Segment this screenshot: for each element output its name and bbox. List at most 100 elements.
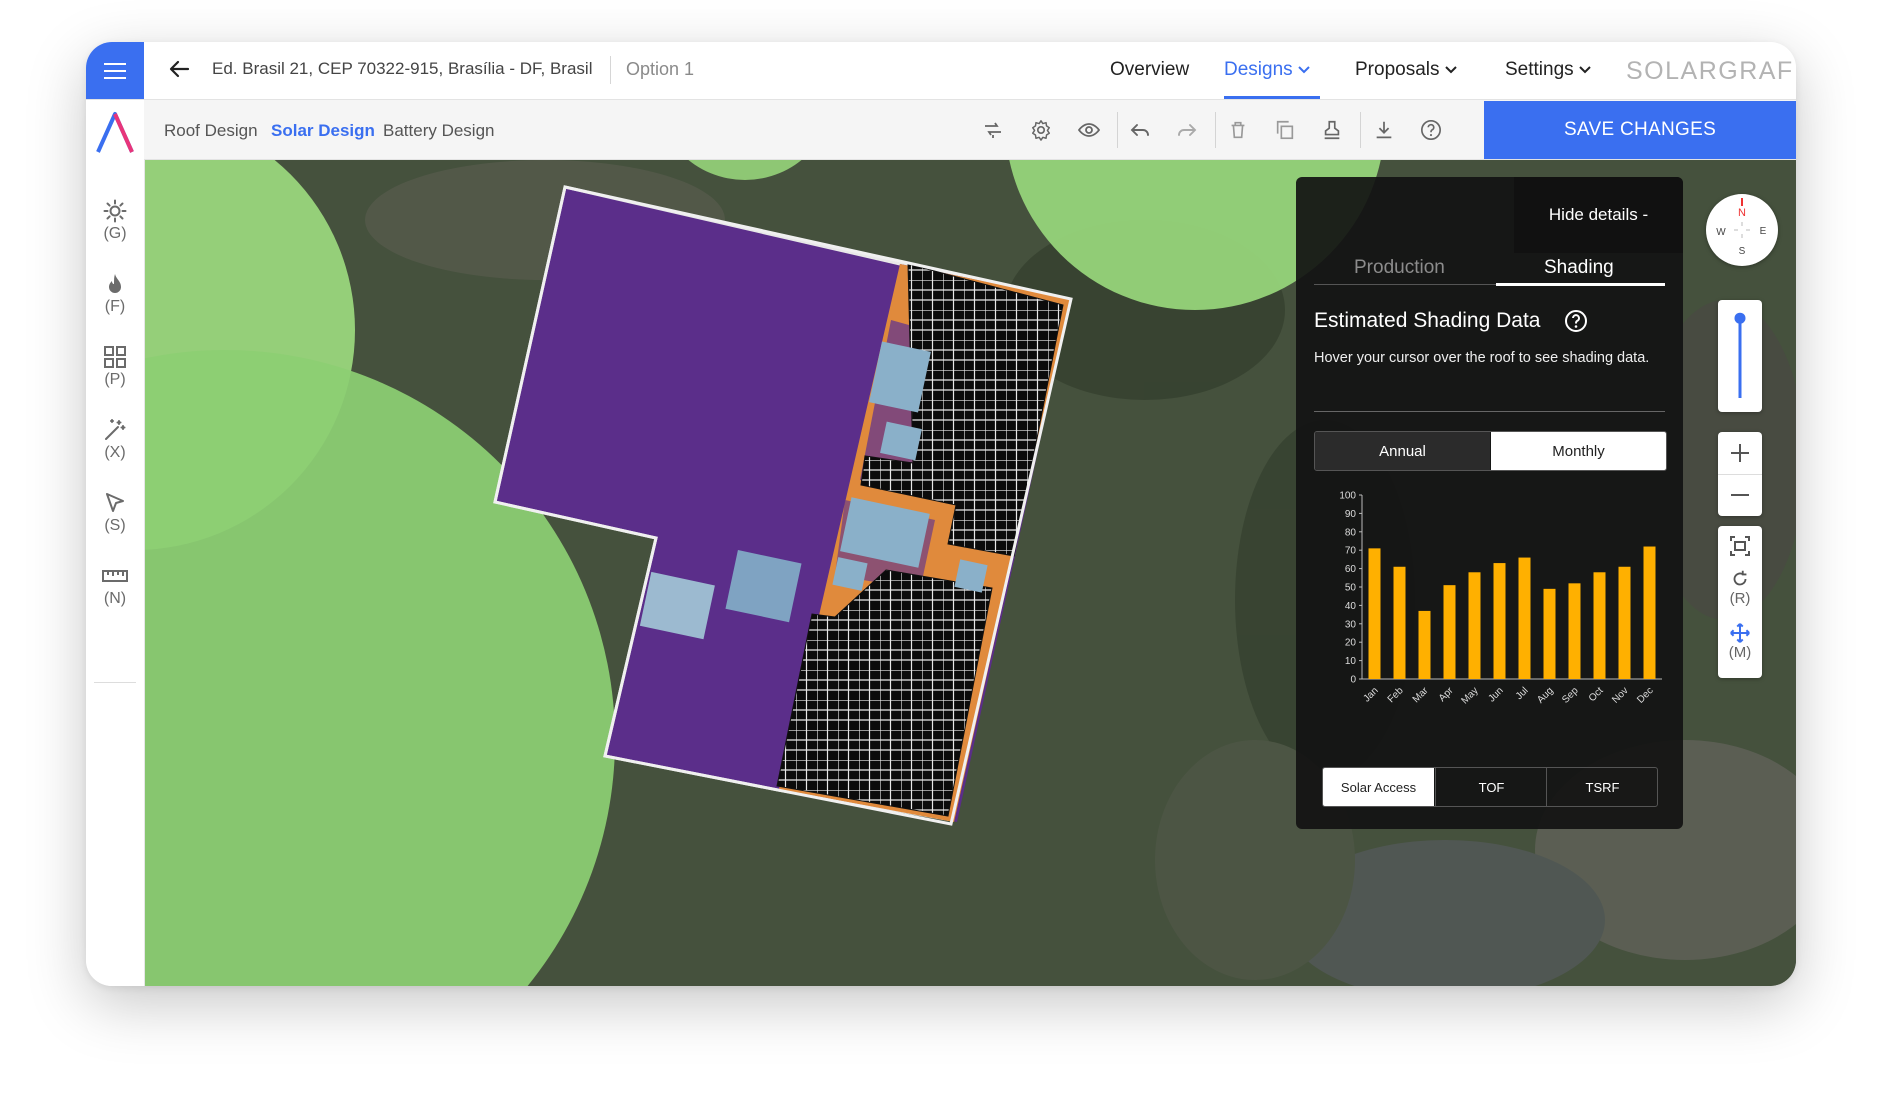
tsrf-toggle-button[interactable]: TSRF <box>1546 768 1657 806</box>
rotate-control[interactable]: (R) <box>1718 568 1762 608</box>
stamp-button[interactable] <box>1319 117 1345 143</box>
y-tick-label: 40 <box>1345 601 1357 612</box>
panel-divider <box>1314 411 1665 412</box>
nav-overview[interactable]: Overview <box>1110 59 1189 81</box>
nav-designs[interactable]: Designs <box>1224 59 1310 81</box>
y-tick-label: 70 <box>1345 546 1357 557</box>
copy-button[interactable] <box>1272 117 1298 143</box>
y-tick-label: 30 <box>1345 619 1357 630</box>
zoom-in-icon[interactable] <box>1718 432 1762 474</box>
x-tick-label: Dec <box>1635 685 1655 705</box>
y-tick-label: 50 <box>1345 583 1357 594</box>
toolbar-divider <box>1215 112 1216 148</box>
bar-mar <box>1418 610 1431 679</box>
move-control[interactable]: (M) <box>1718 622 1762 662</box>
redo-button[interactable] <box>1174 117 1200 143</box>
x-tick-label: Aug <box>1535 685 1555 705</box>
tab-roof-design[interactable]: Roof Design <box>164 121 258 141</box>
back-arrow-icon[interactable] <box>168 58 190 80</box>
bar-aug <box>1543 588 1556 679</box>
menu-icon <box>104 62 126 79</box>
toolbar-divider <box>1117 112 1118 148</box>
fire-icon <box>109 274 121 293</box>
save-changes-button[interactable]: SAVE CHANGES <box>1484 101 1796 159</box>
help-button[interactable] <box>1418 117 1444 143</box>
x-tick-label: Jun <box>1486 685 1505 704</box>
solar-access-toggle-button[interactable]: Solar Access <box>1323 768 1434 806</box>
x-tick-label: May <box>1459 685 1480 706</box>
nav-proposals[interactable]: Proposals <box>1355 59 1457 81</box>
x-tick-label: Oct <box>1587 685 1606 704</box>
app-window: Ed. Brasil 21, CEP 70322-915, Brasília -… <box>86 42 1796 986</box>
fit-view-icon[interactable] <box>1718 526 1762 566</box>
chevron-down-icon <box>1578 66 1591 74</box>
rail-tool-measure[interactable]: (N) <box>86 564 144 608</box>
visibility-tool-button[interactable] <box>1076 117 1102 143</box>
bar-dec <box>1643 546 1656 679</box>
nav-overview-label: Overview <box>1110 59 1190 80</box>
ruler-icon <box>102 570 128 582</box>
zoom-out-icon[interactable] <box>1718 474 1762 516</box>
compass-icon: N E S W <box>1716 198 1767 257</box>
y-tick-label: 20 <box>1345 638 1357 649</box>
bar-oct <box>1593 572 1606 679</box>
download-button[interactable] <box>1371 117 1397 143</box>
trash-icon <box>1231 121 1245 139</box>
design-option-label[interactable]: Option 1 <box>626 59 694 80</box>
rail-shortcut-label: (F) <box>104 298 126 315</box>
delete-button[interactable] <box>1225 117 1251 143</box>
settings-tool-button[interactable] <box>1028 117 1054 143</box>
brand-logo: SOLARGRAF <box>1626 57 1794 85</box>
zoom-slider-track <box>1734 312 1746 398</box>
hamburger-menu-button[interactable] <box>86 42 144 99</box>
magic-wand-icon <box>105 419 126 440</box>
move-icon <box>1730 623 1750 643</box>
nav-settings-label: Settings <box>1505 59 1574 80</box>
period-toggle: Annual Monthly <box>1314 431 1667 471</box>
y-tick-label: 10 <box>1345 656 1357 667</box>
zoom-slider[interactable] <box>1718 300 1762 412</box>
annual-toggle-button[interactable]: Annual <box>1315 432 1490 470</box>
x-tick-label: Nov <box>1610 685 1630 705</box>
nav-settings[interactable]: Settings <box>1505 59 1591 81</box>
rail-tool-fire[interactable]: (F) <box>86 272 144 316</box>
compass[interactable]: N E S W <box>1706 194 1778 266</box>
rail-shortcut-label: (G) <box>103 225 127 242</box>
rail-tool-panels[interactable]: (P) <box>86 345 144 389</box>
zoom-buttons <box>1718 432 1762 516</box>
rail-tool-sun[interactable]: (G) <box>86 199 144 243</box>
hide-details-button[interactable]: Hide details - <box>1514 177 1683 253</box>
compass-north-label: N <box>1738 207 1746 219</box>
zoom-slider-handle[interactable] <box>1734 312 1746 324</box>
undo-icon <box>1130 124 1149 136</box>
cursor-icon <box>106 493 124 512</box>
rotate-shortcut-label: (R) <box>1729 590 1751 607</box>
bar-feb <box>1393 566 1406 679</box>
tab-solar-design[interactable]: Solar Design <box>271 121 375 141</box>
rail-tool-magic[interactable]: (X) <box>86 418 144 462</box>
download-icon <box>1376 121 1392 139</box>
rail-tool-select[interactable]: (S) <box>86 491 144 535</box>
monthly-toggle-button[interactable]: Monthly <box>1491 432 1666 470</box>
left-tool-rail: (G) (F) (P) (X) (S) (N) <box>86 100 145 986</box>
x-tick-label: Jan <box>1361 685 1380 704</box>
toolbar-divider <box>1360 112 1361 148</box>
tab-production[interactable]: Production <box>1354 257 1445 279</box>
tof-toggle-button[interactable]: TOF <box>1435 768 1547 806</box>
tab-shading[interactable]: Shading <box>1544 257 1614 279</box>
nav-proposals-label: Proposals <box>1355 59 1440 80</box>
sun-path-tool-button[interactable] <box>980 117 1006 143</box>
tab-battery-design[interactable]: Battery Design <box>383 121 495 141</box>
undo-button[interactable] <box>1127 117 1153 143</box>
sun-icon <box>103 199 127 223</box>
shading-details-panel: Hide details - Production Shading Estima… <box>1296 177 1683 829</box>
active-tab-indicator <box>1496 283 1665 286</box>
bar-jan <box>1368 548 1381 679</box>
eye-icon <box>1077 123 1101 137</box>
monthly-shading-chart: 0 10 20 30 40 50 60 70 80 90 100 Jan Feb Mar Apr May Jun… <box>1339 491 1662 706</box>
view-controls: (R) (M) <box>1718 526 1762 678</box>
help-circle-icon[interactable] <box>1564 309 1588 333</box>
y-tick-label: 100 <box>1339 491 1356 502</box>
x-tick-label: Sep <box>1560 685 1581 706</box>
divider <box>610 56 611 84</box>
